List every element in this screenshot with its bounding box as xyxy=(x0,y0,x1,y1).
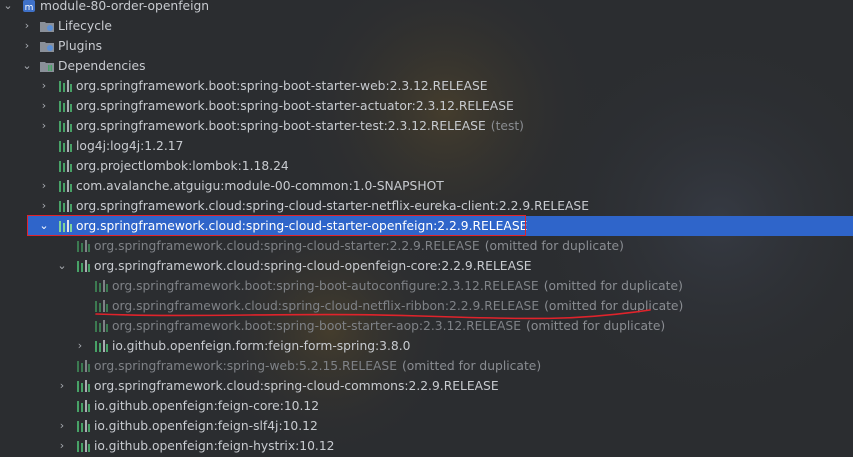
dependency-label: io.github.openfeign:feign-hystrix:10.12 xyxy=(94,439,335,453)
dependency-label: org.springframework.cloud:spring-cloud-s… xyxy=(94,239,480,253)
chevron-right-icon[interactable]: › xyxy=(38,96,50,116)
library-icon xyxy=(59,100,72,112)
dependency-item[interactable]: › org.springframework.cloud:spring-cloud… xyxy=(0,196,853,216)
dependency-item[interactable]: › org.springframework.boot:spring-boot-s… xyxy=(0,116,853,136)
library-icon xyxy=(95,320,108,332)
dependency-scope: (test) xyxy=(490,119,524,133)
library-icon xyxy=(95,280,108,292)
library-icon xyxy=(59,200,72,212)
dependency-item[interactable]: › io.github.openfeign:feign-slf4j:10.12 xyxy=(0,416,853,436)
chevron-right-icon[interactable]: › xyxy=(21,36,33,56)
omitted-duplicate-note: (omitted for duplicate) xyxy=(526,319,666,333)
library-icon xyxy=(59,180,72,192)
omitted-duplicate-note: (omitted for duplicate) xyxy=(484,239,624,253)
dependency-item[interactable]: › org.springframework.boot:spring-boot-s… xyxy=(0,76,853,96)
chevron-right-icon[interactable]: › xyxy=(56,436,68,456)
dependency-label: io.github.openfeign.form:feign-form-spri… xyxy=(112,339,411,353)
dependency-item[interactable]: › io.github.openfeign:feign-hystrix:10.1… xyxy=(0,436,853,456)
chevron-right-icon[interactable]: › xyxy=(74,336,86,356)
dependency-label: org.springframework.boot:spring-boot-sta… xyxy=(76,79,488,93)
dependency-item[interactable]: ⌄ org.springframework.cloud:spring-cloud… xyxy=(0,256,853,276)
lifecycle-label: Lifecycle xyxy=(58,19,112,33)
plugins-label: Plugins xyxy=(58,39,103,53)
dependency-item[interactable]: org.springframework.cloud:spring-cloud-s… xyxy=(0,236,853,256)
dependency-item[interactable]: › org.springframework.boot:spring-boot-s… xyxy=(0,96,853,116)
library-icon xyxy=(59,80,72,92)
tree-root-row[interactable]: ⌄ m module-80-order-openfeign xyxy=(0,0,853,16)
dependency-label: org.springframework.cloud:spring-cloud-s… xyxy=(76,199,589,213)
maven-module-icon: m xyxy=(23,0,35,13)
library-icon xyxy=(59,160,72,172)
annotation-highlight-box xyxy=(27,215,526,236)
dependency-label: io.github.openfeign:feign-slf4j:10.12 xyxy=(94,419,318,433)
omitted-duplicate-note: (omitted for duplicate) xyxy=(543,279,683,293)
library-icon xyxy=(77,400,90,412)
chevron-right-icon[interactable]: › xyxy=(56,376,68,396)
library-icon xyxy=(59,140,72,152)
dependencies-row[interactable]: ⌄ Dependencies xyxy=(0,56,853,76)
lifecycle-folder-icon xyxy=(40,22,54,32)
dependencies-folder-icon xyxy=(40,62,54,72)
chevron-right-icon[interactable]: › xyxy=(56,416,68,436)
omitted-duplicate-note: (omitted for duplicate) xyxy=(401,359,542,373)
omitted-duplicate-note: (omitted for duplicate) xyxy=(544,299,684,313)
tree-root-label: module-80-order-openfeign xyxy=(40,0,210,13)
dependency-item[interactable]: io.github.openfeign:feign-core:10.12 xyxy=(0,396,853,416)
dependency-item[interactable]: › io.github.openfeign.form:feign-form-sp… xyxy=(0,336,853,356)
dependency-item[interactable]: org.springframework:spring-web:5.2.15.RE… xyxy=(0,356,853,376)
svg-text:m: m xyxy=(25,3,34,13)
library-icon xyxy=(77,420,90,432)
dependency-label: org.springframework.cloud:spring-cloud-c… xyxy=(94,379,499,393)
chevron-right-icon[interactable]: › xyxy=(38,176,50,196)
dependency-label: log4j:log4j:1.2.17 xyxy=(76,139,184,153)
dependency-item[interactable]: › com.avalanche.atguigu:module-00-common… xyxy=(0,176,853,196)
dependency-item[interactable]: org.springframework.boot:spring-boot-aut… xyxy=(0,276,853,296)
library-icon xyxy=(77,240,90,252)
dependency-label: org.springframework.cloud:spring-cloud-n… xyxy=(112,299,540,313)
dependency-label: com.avalanche.atguigu:module-00-common:1… xyxy=(76,179,444,193)
dependency-item[interactable]: org.springframework.boot:spring-boot-sta… xyxy=(0,316,853,336)
dependency-label: io.github.openfeign:feign-core:10.12 xyxy=(94,399,320,413)
plugins-folder-icon xyxy=(40,42,54,52)
dependency-label: org.springframework.cloud:spring-cloud-o… xyxy=(94,259,532,273)
chevron-down-icon[interactable]: ⌄ xyxy=(2,0,14,16)
dependency-item[interactable]: › org.springframework.cloud:spring-cloud… xyxy=(0,376,853,396)
chevron-right-icon[interactable]: › xyxy=(38,196,50,216)
dependency-label: org.springframework.boot:spring-boot-aut… xyxy=(112,279,539,293)
dependency-label: org.springframework.boot:spring-boot-sta… xyxy=(76,119,486,133)
lifecycle-row[interactable]: › Lifecycle xyxy=(0,16,853,36)
plugins-row[interactable]: › Plugins xyxy=(0,36,853,56)
dependencies-label: Dependencies xyxy=(58,59,146,73)
chevron-right-icon[interactable]: › xyxy=(21,16,33,36)
library-icon xyxy=(95,300,108,312)
library-icon xyxy=(77,260,90,272)
dependency-item[interactable]: org.springframework.cloud:spring-cloud-n… xyxy=(0,296,853,316)
library-icon xyxy=(77,360,90,372)
dependency-item[interactable]: org.projectlombok:lombok:1.18.24 xyxy=(0,156,853,176)
library-icon xyxy=(77,440,90,452)
chevron-right-icon[interactable]: › xyxy=(38,116,50,136)
chevron-down-icon[interactable]: ⌄ xyxy=(56,256,68,276)
chevron-down-icon[interactable]: ⌄ xyxy=(21,56,33,76)
dependency-label: org.springframework:spring-web:5.2.15.RE… xyxy=(94,359,397,373)
library-icon xyxy=(59,120,72,132)
library-icon xyxy=(77,380,90,392)
dependency-label: org.springframework.boot:spring-boot-sta… xyxy=(112,319,522,333)
library-icon xyxy=(95,340,108,352)
dependency-item[interactable]: log4j:log4j:1.2.17 xyxy=(0,136,853,156)
dependency-label: org.projectlombok:lombok:1.18.24 xyxy=(76,159,289,173)
dependency-label: org.springframework.boot:spring-boot-sta… xyxy=(76,99,514,113)
chevron-right-icon[interactable]: › xyxy=(38,76,50,96)
